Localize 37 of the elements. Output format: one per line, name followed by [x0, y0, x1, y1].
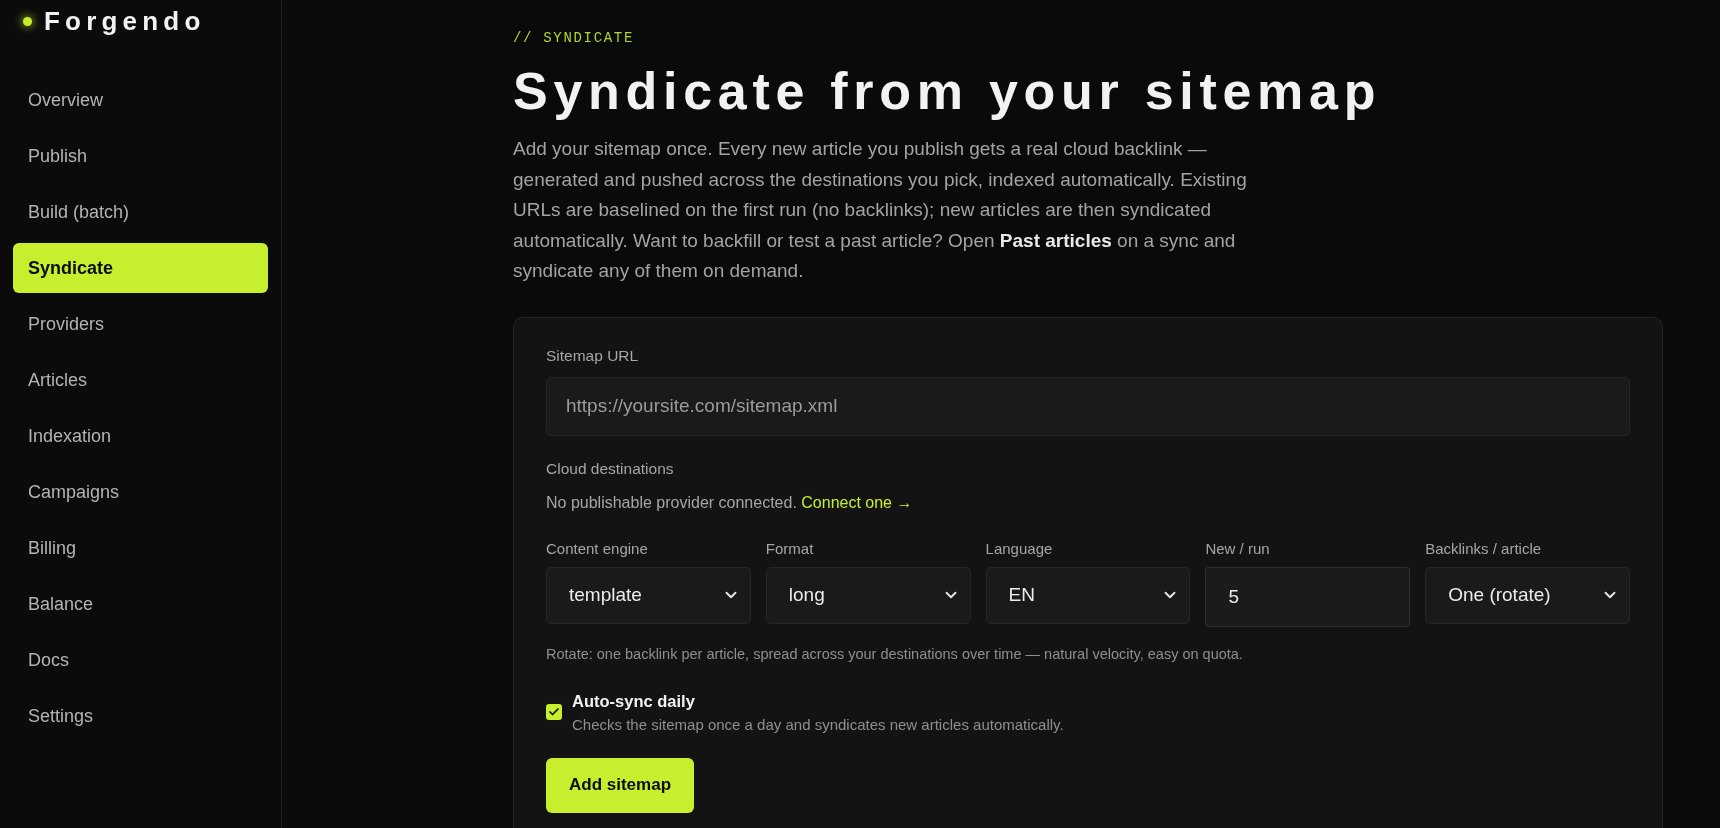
- nav-item[interactable]: Providers: [13, 299, 268, 349]
- page-description: Add your sitemap once. Every new article you publish gets a real cloud backlink — generated and pushed across the destinations you pick, indexed automatically. Existing URLs are baselined on the first run (no backlinks); new articles are then syndicated automatically. Want to backfill or test a past article? Open Past articles on a sync and syndicate any of them on demand.: [513, 137, 1248, 283]
- nav-item[interactable]: Publish: [13, 131, 268, 181]
- field-label: Language: [985, 538, 1054, 559]
- page-title: Syndicate from your sitemap: [513, 62, 1383, 120]
- nav-item[interactable]: Syndicate: [13, 243, 268, 293]
- field-label: Cloud destinations: [546, 458, 675, 479]
- nav-item[interactable]: Billing: [13, 523, 268, 573]
- number-field[interactable]: 5: [1205, 566, 1411, 627]
- field-label: Format: [765, 538, 815, 559]
- check-icon: [548, 705, 560, 718]
- select-field[interactable]: EN: [985, 566, 1191, 624]
- nav-item[interactable]: Overview: [13, 75, 268, 125]
- provider-notice: No publishable provider connected. Connect one →: [546, 492, 914, 513]
- nav-item[interactable]: Balance: [13, 579, 268, 629]
- sitemap-url-field[interactable]: https://yoursite.com/sitemap.xml: [546, 376, 1630, 436]
- nav-item[interactable]: Articles: [13, 355, 268, 405]
- field-label: Backlinks / article: [1425, 538, 1543, 559]
- nav-item[interactable]: Build (batch): [13, 187, 268, 237]
- checkbox-description: Checks the sitemap once a day and syndicates new articles automatically.: [572, 714, 1064, 735]
- field-label: Content engine: [546, 538, 649, 559]
- add-sitemap-button[interactable]: Add sitemap: [546, 757, 695, 813]
- select-field[interactable]: long: [765, 566, 971, 624]
- select-field[interactable]: template: [546, 566, 751, 624]
- connect-link[interactable]: Connect one →: [801, 493, 913, 511]
- field-label: New / run: [1205, 538, 1271, 559]
- checkbox[interactable]: [546, 703, 562, 720]
- hint-text: Rotate: one backlink per article, spread across your destinations over time — natural velocity, easy on quota.: [546, 644, 1244, 664]
- nav-item[interactable]: Settings: [13, 691, 268, 741]
- select-field[interactable]: One (rotate): [1425, 566, 1630, 624]
- nav-item[interactable]: Campaigns: [13, 467, 268, 517]
- field-label: Sitemap URL: [546, 345, 640, 366]
- nav-item[interactable]: Indexation: [13, 411, 268, 461]
- checkbox-label: Auto-sync daily: [572, 690, 696, 712]
- nav-item[interactable]: Docs: [13, 635, 268, 685]
- logo-text: Forgendo: [44, 8, 206, 34]
- eyebrow-label: // SYNDICATE: [513, 29, 635, 48]
